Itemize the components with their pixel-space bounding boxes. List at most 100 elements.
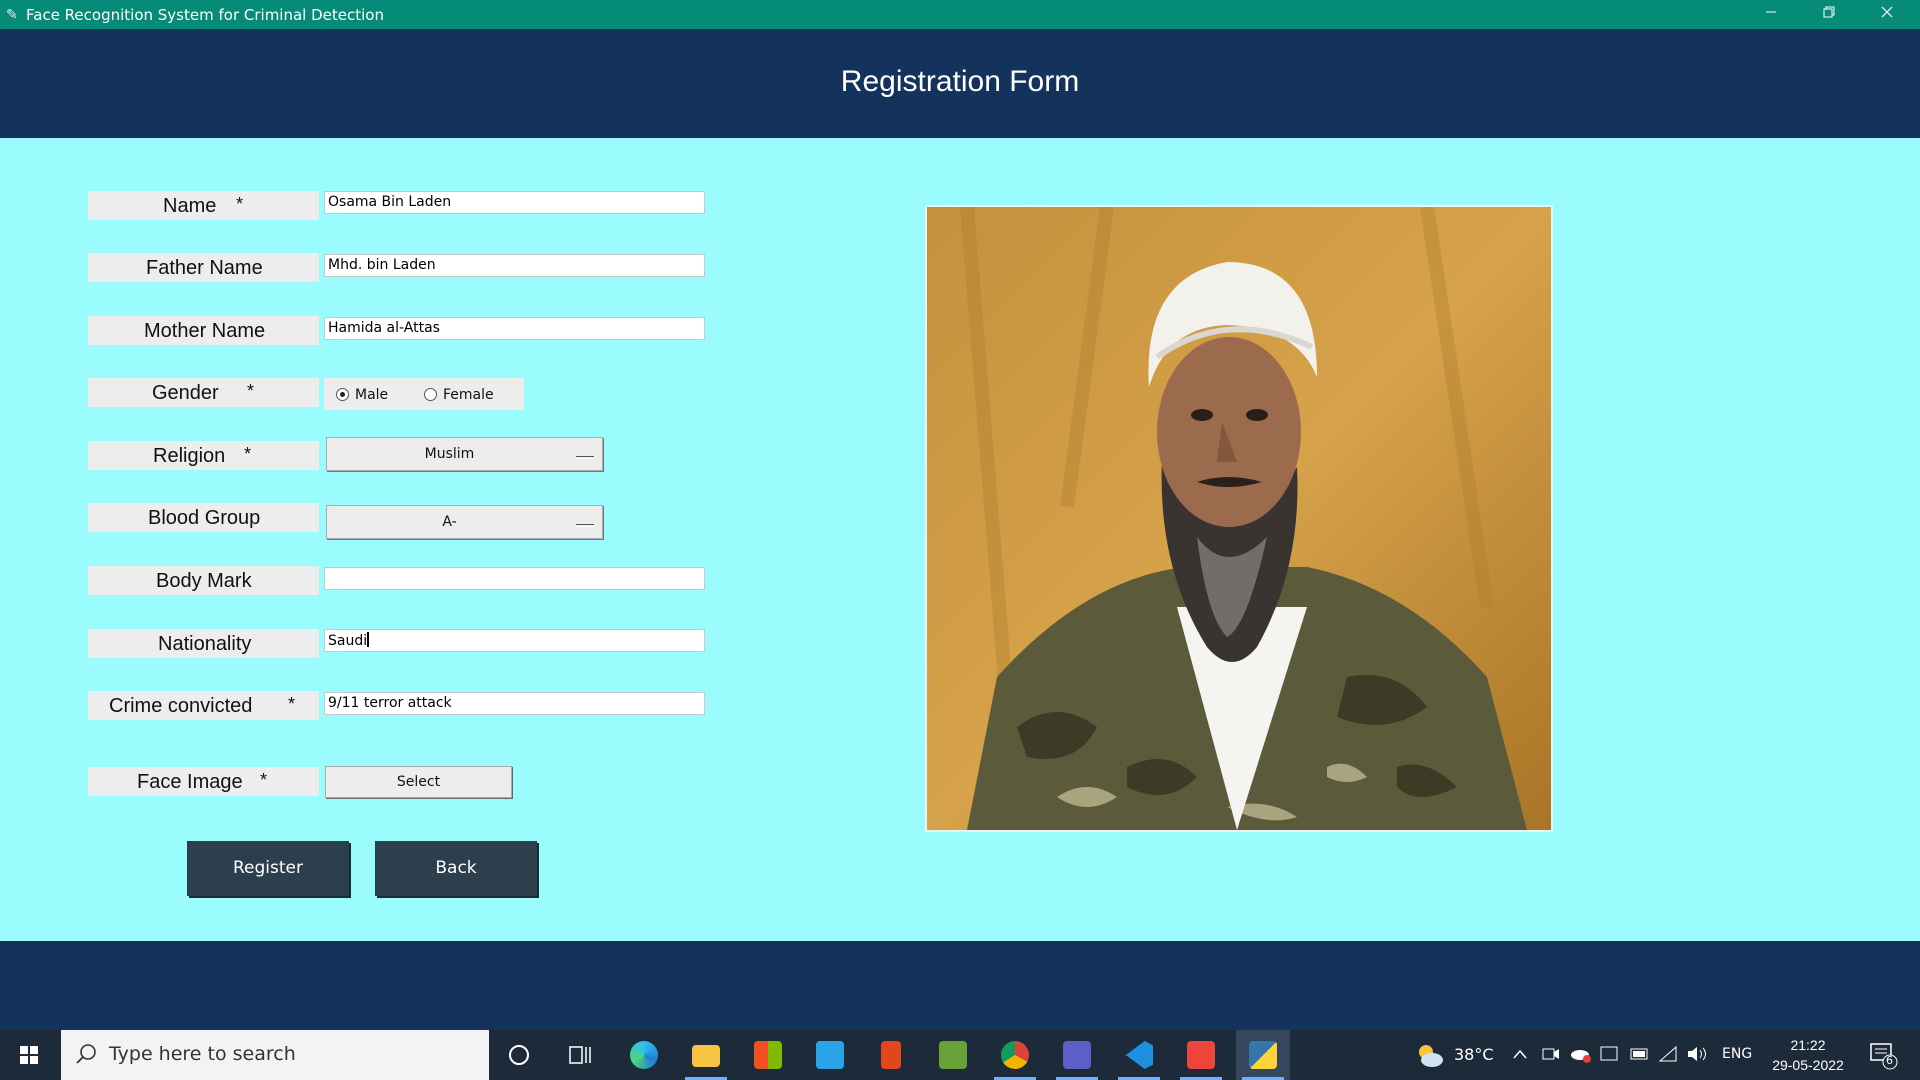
close-icon — [1881, 6, 1893, 18]
father-name-input[interactable]: Mhd. bin Laden — [324, 254, 705, 277]
tray-volume-button[interactable] — [1684, 1030, 1708, 1080]
name-input[interactable]: Osama Bin Laden — [324, 191, 705, 214]
battery-icon — [1630, 1048, 1648, 1060]
chrome-icon — [1001, 1041, 1029, 1069]
taskbar-file-explorer[interactable] — [679, 1030, 733, 1080]
chevron-up-icon — [1513, 1049, 1527, 1059]
page-title: Registration Form — [840, 65, 1080, 98]
blood-group-selected-value: A- — [442, 514, 457, 530]
image-app-icon — [939, 1041, 967, 1069]
footer-bar — [0, 941, 1920, 1030]
window-title: Face Recognition System for Criminal Det… — [26, 6, 384, 24]
store-icon — [754, 1041, 782, 1069]
blood-group-label-box: Blood Group — [88, 503, 319, 532]
nationality-input[interactable]: Saudi — [324, 629, 705, 652]
tray-security-button[interactable] — [1598, 1030, 1622, 1080]
taskbar-l-app[interactable] — [803, 1030, 857, 1080]
close-button[interactable] — [1858, 0, 1916, 29]
taskbar-image-app[interactable] — [926, 1030, 980, 1080]
face-image-preview — [925, 205, 1553, 832]
blood-group-label: Blood Group — [148, 507, 261, 529]
taskbar: Type here to search 38°C ENG 21:22 29-05… — [0, 1030, 1920, 1080]
portrait-image — [927, 207, 1551, 830]
start-button[interactable] — [0, 1030, 58, 1080]
office-icon — [881, 1041, 901, 1069]
back-button[interactable]: Back — [375, 841, 537, 896]
text-cursor — [367, 632, 370, 647]
tray-meet-button[interactable] — [1540, 1030, 1564, 1080]
gender-female-label: Female — [443, 387, 494, 403]
cloud-error-icon — [1571, 1050, 1591, 1063]
folder-icon — [692, 1045, 720, 1067]
required-marker: * — [247, 381, 255, 401]
minimize-button[interactable] — [1742, 0, 1800, 29]
crime-input[interactable]: 9/11 terror attack — [324, 692, 705, 715]
body-mark-label: Body Mark — [156, 570, 252, 592]
task-view-button[interactable] — [553, 1030, 607, 1080]
crime-label-box: Crime convicted * — [88, 691, 319, 720]
notification-icon — [1870, 1043, 1898, 1070]
vscode-icon — [1125, 1041, 1153, 1069]
name-label: Name — [163, 195, 217, 217]
taskbar-clock[interactable]: 21:22 29-05-2022 — [1764, 1035, 1852, 1075]
gender-radio-group: Male Female — [324, 378, 524, 410]
nationality-value: Saudi — [328, 633, 368, 649]
taskbar-teams[interactable] — [1050, 1030, 1104, 1080]
crime-label: Crime convicted — [109, 695, 253, 717]
taskbar-python[interactable] — [1236, 1030, 1290, 1080]
face-image-label: Face Image — [137, 771, 243, 793]
tray-language-button[interactable]: ENG — [1722, 1030, 1758, 1080]
taskbar-edge[interactable] — [617, 1030, 671, 1080]
dropdown-indicator-icon — [576, 456, 594, 459]
taskbar-office[interactable] — [864, 1030, 918, 1080]
dropdown-indicator-icon — [576, 524, 594, 527]
l-app-icon — [816, 1041, 844, 1069]
mother-name-input[interactable]: Hamida al-Attas — [324, 317, 705, 340]
restore-icon — [1823, 6, 1835, 18]
edge-icon — [630, 1041, 658, 1069]
search-placeholder: Type here to search — [109, 1043, 296, 1065]
name-label-box: Name * — [88, 191, 319, 220]
taskbar-anydesk[interactable] — [1174, 1030, 1228, 1080]
radio-unselected-icon — [424, 388, 437, 401]
religion-dropdown[interactable]: Muslim — [326, 437, 603, 471]
gender-male-label: Male — [355, 387, 389, 403]
radio-selected-icon — [336, 388, 349, 401]
tray-onedrive-button[interactable] — [1568, 1030, 1594, 1080]
father-name-label-box: Father Name — [88, 253, 319, 282]
taskbar-vscode[interactable] — [1112, 1030, 1166, 1080]
python-icon — [1249, 1041, 1277, 1069]
register-button[interactable]: Register — [187, 841, 349, 896]
nationality-label-box: Nationality — [88, 629, 319, 658]
mother-name-label-box: Mother Name — [88, 316, 319, 345]
father-name-label: Father Name — [146, 257, 263, 279]
notification-count: 6 — [1886, 1054, 1893, 1067]
taskbar-chrome[interactable] — [988, 1030, 1042, 1080]
wifi-icon — [1658, 1045, 1677, 1062]
blood-group-dropdown[interactable]: A- — [326, 505, 603, 539]
mother-name-label: Mother Name — [144, 320, 266, 342]
select-image-button[interactable]: Select — [325, 766, 512, 798]
tray-overflow-button[interactable] — [1510, 1030, 1530, 1080]
tray-network-button[interactable] — [1656, 1030, 1680, 1080]
cortana-button[interactable] — [492, 1030, 546, 1080]
taskbar-search-box[interactable]: Type here to search — [61, 1030, 489, 1080]
face-image-label-box: Face Image * — [88, 767, 319, 796]
required-marker: * — [260, 770, 268, 790]
search-icon — [76, 1044, 96, 1064]
anydesk-icon — [1187, 1041, 1215, 1069]
taskbar-store[interactable] — [741, 1030, 795, 1080]
restore-button[interactable] — [1800, 0, 1858, 29]
notification-center-button[interactable]: 6 — [1868, 1040, 1898, 1070]
required-marker: * — [244, 444, 252, 464]
clock-time: 21:22 — [1790, 1037, 1826, 1053]
camera-icon — [1542, 1048, 1559, 1060]
weather-widget[interactable]: 38°C — [1412, 1030, 1494, 1080]
gender-label-box: Gender * — [88, 378, 319, 407]
language-indicator: ENG — [1722, 1046, 1753, 1062]
body-mark-input[interactable] — [324, 567, 705, 590]
weather-temperature: 38°C — [1454, 1045, 1494, 1064]
tray-battery-button[interactable] — [1628, 1030, 1652, 1080]
religion-label: Religion — [153, 445, 226, 467]
required-marker: * — [236, 194, 244, 214]
